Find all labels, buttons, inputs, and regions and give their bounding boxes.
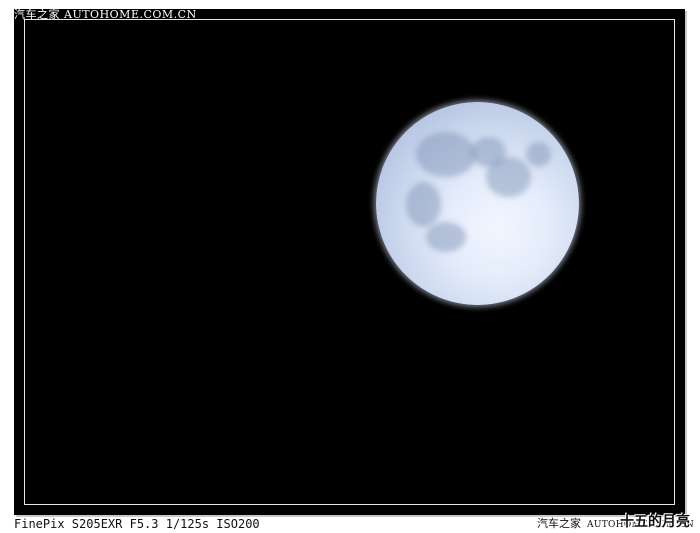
moon-icon — [376, 102, 579, 305]
moon-mare — [486, 157, 531, 197]
moon-mare — [426, 222, 466, 252]
moon-mare — [416, 132, 476, 177]
photo-frame: 汽车之家 AUTOHOME.COM.CN — [14, 9, 685, 515]
photo-title-overlay: 十五的月亮 — [620, 514, 690, 530]
inner-border — [24, 19, 675, 505]
moon-mare — [406, 182, 441, 227]
brand-name-cn: 汽车之家 — [537, 517, 582, 530]
exif-caption: FinePix S205EXR F5.3 1/125s ISO200 — [14, 517, 260, 531]
moon-mare — [526, 142, 551, 167]
